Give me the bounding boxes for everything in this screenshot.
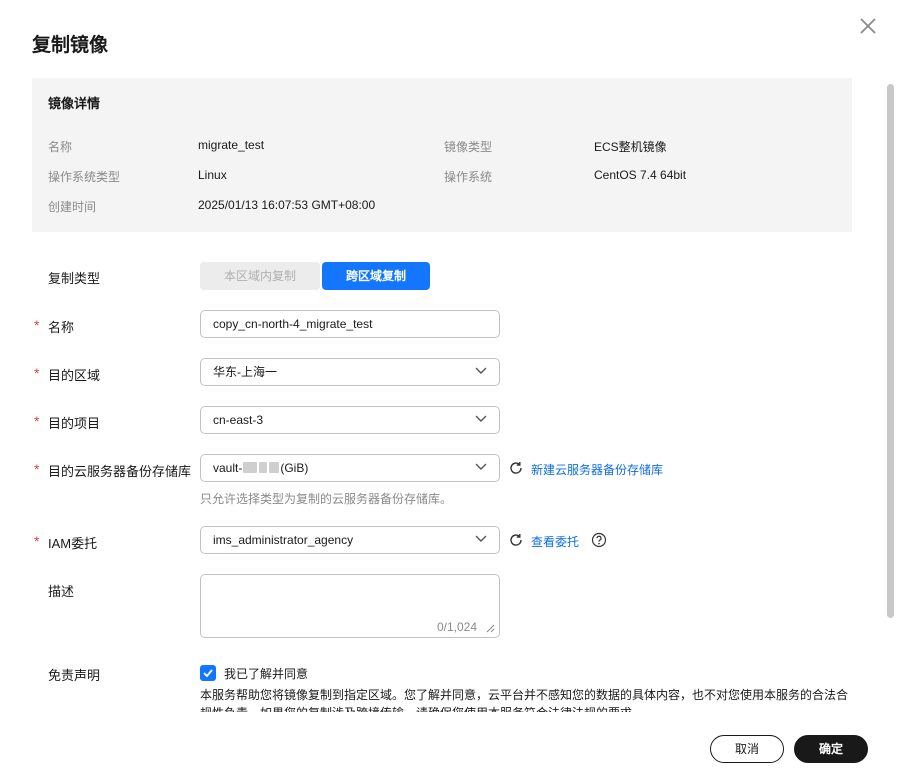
iam-label: IAM委托 bbox=[48, 536, 98, 551]
chevron-down-icon bbox=[475, 367, 487, 374]
chevron-down-icon bbox=[475, 463, 487, 470]
image-details-panel: 镜像详情 名称 migrate_test 镜像类型 ECS整机镜像 操作系统类型… bbox=[32, 78, 852, 232]
copy-type-local-option[interactable]: 本区域内复制 bbox=[200, 262, 320, 290]
vault-label: 目的云服务器备份存储库 bbox=[48, 464, 192, 479]
agree-checkbox[interactable] bbox=[200, 665, 216, 681]
name-field-label: 名称 bbox=[48, 320, 75, 335]
required-marker: * bbox=[34, 533, 40, 549]
image-type-label: 镜像类型 bbox=[444, 140, 493, 154]
vault-select[interactable]: vault- (GiB) bbox=[200, 454, 500, 482]
required-marker: * bbox=[34, 365, 40, 381]
os-type-label: 操作系统类型 bbox=[48, 170, 121, 184]
disclaimer-text: 本服务帮助您将镜像复制到指定区域。您了解并同意，云平台并不感知您的数据的具体内容… bbox=[200, 688, 849, 712]
region-label: 目的区域 bbox=[48, 368, 101, 383]
scrollbar-thumb[interactable] bbox=[887, 84, 894, 618]
os-type-value: Linux bbox=[198, 168, 227, 182]
disclaimer-label: 免责声明 bbox=[48, 668, 101, 683]
created-label: 创建时间 bbox=[48, 200, 97, 214]
name-label: 名称 bbox=[48, 140, 73, 154]
required-marker: * bbox=[34, 413, 40, 429]
checkmark-icon bbox=[203, 669, 213, 678]
redacted-block bbox=[259, 462, 268, 473]
name-input[interactable]: copy_cn-north-4_migrate_test bbox=[200, 310, 500, 338]
chevron-down-icon bbox=[475, 415, 487, 422]
region-select[interactable]: 华东-上海一 bbox=[200, 358, 500, 386]
required-marker: * bbox=[34, 317, 40, 333]
vault-value-suffix: GiB) bbox=[284, 461, 309, 475]
resize-handle-icon[interactable] bbox=[486, 624, 495, 633]
project-select[interactable]: cn-east-3 bbox=[200, 406, 500, 434]
refresh-icon[interactable] bbox=[508, 532, 524, 548]
redacted-block bbox=[269, 462, 280, 473]
os-value: CentOS 7.4 64bit bbox=[594, 168, 687, 182]
char-counter: 0/1,024 bbox=[436, 620, 477, 634]
description-textarea[interactable]: 0/1,024 bbox=[200, 574, 500, 638]
view-agency-link[interactable]: 查看委托 bbox=[531, 533, 579, 550]
image-type-value: ECS整机镜像 bbox=[594, 140, 667, 154]
refresh-icon[interactable] bbox=[508, 460, 524, 476]
chevron-down-icon bbox=[475, 535, 487, 542]
dialog-title: 复制镜像 bbox=[32, 35, 109, 56]
iam-agency-value: ims_administrator_agency bbox=[213, 533, 354, 547]
description-label: 描述 bbox=[48, 584, 75, 599]
confirm-button[interactable]: 确定 bbox=[794, 735, 868, 763]
create-vault-link[interactable]: 新建云服务器备份存储库 bbox=[531, 461, 663, 478]
project-select-value: cn-east-3 bbox=[213, 413, 264, 427]
details-title: 镜像详情 bbox=[48, 96, 101, 111]
region-select-value: 华东-上海一 bbox=[213, 365, 277, 379]
vault-hint: 只允许选择类型为复制的云服务器备份存储库。 bbox=[200, 492, 453, 506]
project-label: 目的项目 bbox=[48, 416, 101, 431]
name-value: migrate_test bbox=[198, 138, 265, 152]
close-icon[interactable] bbox=[856, 14, 880, 38]
copy-type-label: 复制类型 bbox=[48, 271, 101, 286]
vault-value-prefix: vault- bbox=[213, 461, 243, 475]
name-input-value: copy_cn-north-4_migrate_test bbox=[213, 317, 373, 331]
required-marker: * bbox=[34, 461, 40, 477]
created-value: 2025/01/13 16:07:53 GMT+08:00 bbox=[198, 198, 376, 212]
agree-text: 我已了解并同意 bbox=[224, 667, 309, 681]
copy-type-cross-region-option[interactable]: 跨区域复制 bbox=[322, 262, 430, 290]
iam-agency-select[interactable]: ims_administrator_agency bbox=[200, 526, 500, 554]
copy-image-dialog: 复制镜像 镜像详情 名称 migrate_test 镜像类型 ECS整机镜像 操… bbox=[0, 0, 900, 771]
redacted-block bbox=[243, 462, 258, 473]
cancel-button[interactable]: 取消 bbox=[710, 735, 784, 763]
os-label: 操作系统 bbox=[444, 170, 493, 184]
help-icon[interactable] bbox=[591, 532, 607, 548]
